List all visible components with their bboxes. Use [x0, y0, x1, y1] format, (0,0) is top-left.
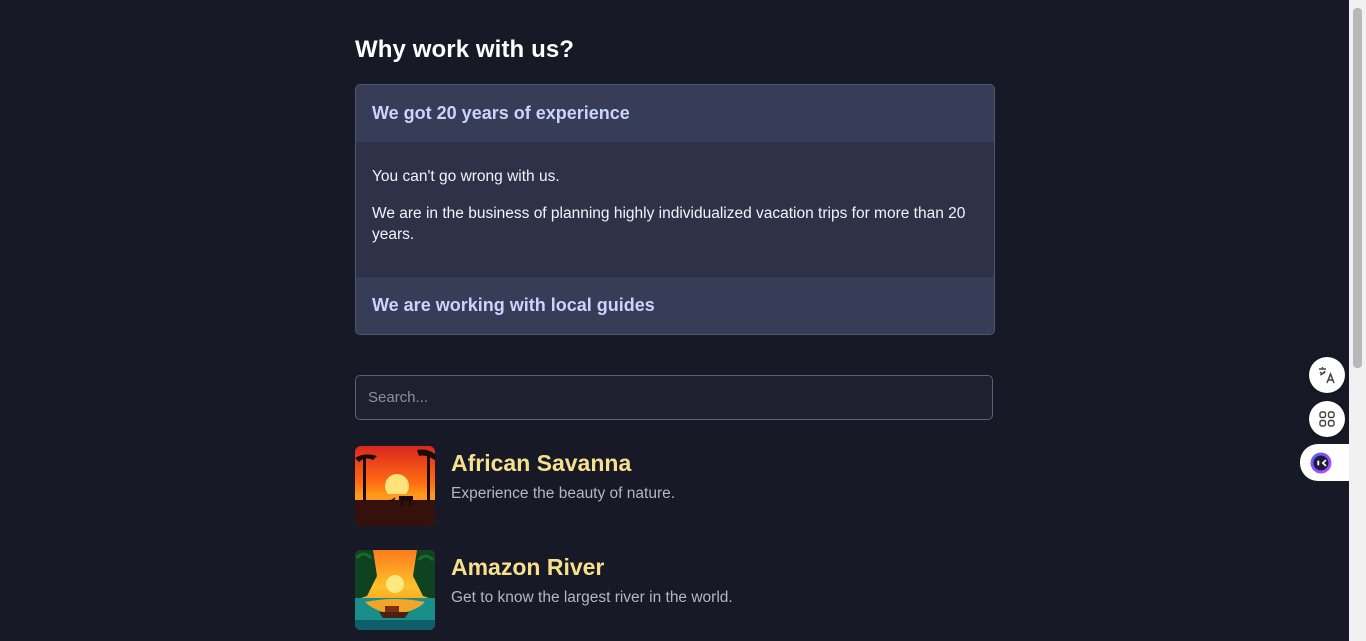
amazon-river-image — [355, 550, 435, 630]
scrollbar-thumb[interactable] — [1353, 8, 1362, 368]
result-title[interactable]: Amazon River — [451, 554, 733, 581]
assistant-icon — [1310, 452, 1332, 473]
translate-icon — [1319, 367, 1335, 384]
accordion-paragraph: We are in the business of planning highl… — [372, 205, 966, 243]
section-title: Why work with us? — [355, 36, 575, 63]
accordion-body-experience: You can't go wrong with us. We are in th… — [356, 142, 994, 277]
search-input[interactable] — [355, 375, 993, 420]
apps-grid-icon — [1319, 411, 1335, 427]
accordion-header-local-guides[interactable]: We are working with local guides — [356, 277, 994, 334]
vertical-scrollbar[interactable] — [1349, 0, 1366, 641]
accordion-item-local-guides: We are working with local guides — [356, 277, 994, 334]
result-item-african-savanna[interactable]: African Savanna Experience the beauty of… — [355, 446, 675, 526]
result-item-amazon-river[interactable]: Amazon River Get to know the largest riv… — [355, 550, 733, 630]
result-text: Amazon River Get to know the largest riv… — [451, 550, 733, 630]
accordion-header-experience[interactable]: We got 20 years of experience — [356, 85, 994, 142]
result-text: African Savanna Experience the beauty of… — [451, 446, 675, 526]
savanna-sunset-illustration — [355, 446, 435, 526]
accordion-paragraph: You can't go wrong with us. — [372, 168, 560, 185]
savanna-sunset-image — [355, 446, 435, 526]
accordion: We got 20 years of experience You can't … — [355, 84, 995, 335]
apps-button[interactable] — [1309, 401, 1345, 437]
assistant-button[interactable] — [1300, 444, 1349, 481]
result-title[interactable]: African Savanna — [451, 450, 675, 477]
translate-button[interactable] — [1309, 357, 1345, 393]
page: Why work with us? We got 20 years of exp… — [0, 0, 1366, 641]
accordion-item-experience: We got 20 years of experience You can't … — [356, 85, 994, 277]
result-description: Get to know the largest river in the wor… — [451, 589, 733, 606]
result-description: Experience the beauty of nature. — [451, 485, 676, 502]
amazon-river-illustration — [355, 550, 435, 630]
